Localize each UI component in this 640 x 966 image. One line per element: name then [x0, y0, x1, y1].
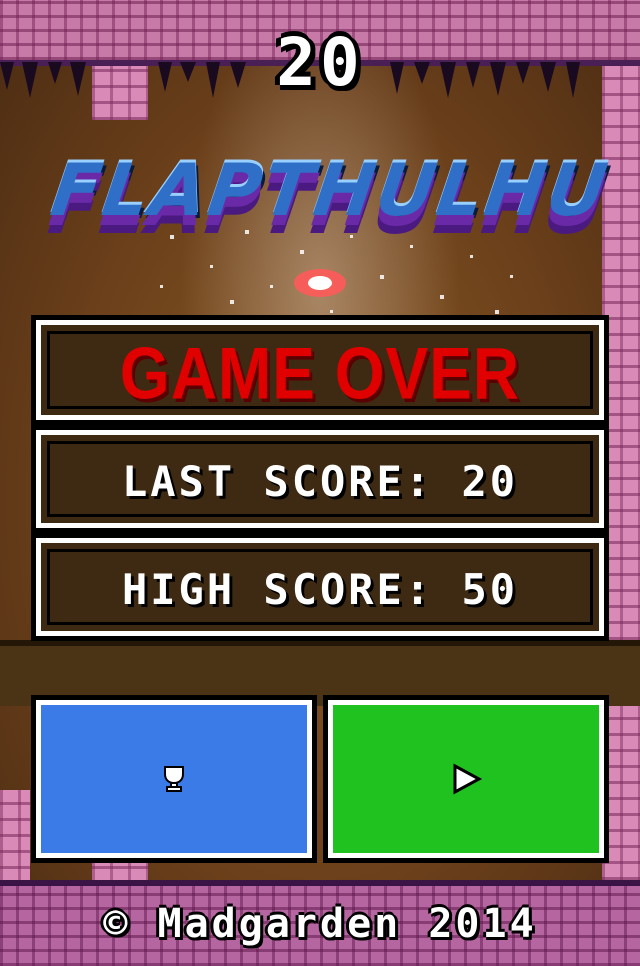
- game-logo: FLAPTHULHU: [46, 148, 614, 232]
- high-score-value: 50: [461, 565, 519, 614]
- high-score-panel: HIGH SCORE: 50: [36, 538, 604, 636]
- high-score-line: HIGH SCORE: 50: [41, 565, 599, 615]
- last-score-label: LAST SCORE: [121, 457, 405, 506]
- colon-separator: :: [404, 565, 462, 614]
- leaderboard-button[interactable]: [36, 700, 312, 858]
- current-score: 20: [276, 24, 364, 101]
- dirt-ledge: [0, 640, 640, 706]
- high-score-label: HIGH SCORE: [121, 565, 405, 614]
- colon-separator: :: [404, 457, 462, 506]
- last-score-panel: LAST SCORE: 20: [36, 430, 604, 528]
- copyright-text: © Madgarden 2014: [103, 901, 537, 947]
- last-score-value: 20: [461, 457, 519, 506]
- play-icon: [453, 763, 483, 795]
- game-over-panel: GAME OVER: [36, 320, 604, 420]
- play-button[interactable]: [328, 700, 604, 858]
- brick-pillar: [0, 790, 30, 885]
- trophy-icon: [164, 766, 184, 792]
- game-over-title: GAME OVER: [119, 331, 521, 415]
- last-score-line: LAST SCORE: 20: [41, 457, 599, 507]
